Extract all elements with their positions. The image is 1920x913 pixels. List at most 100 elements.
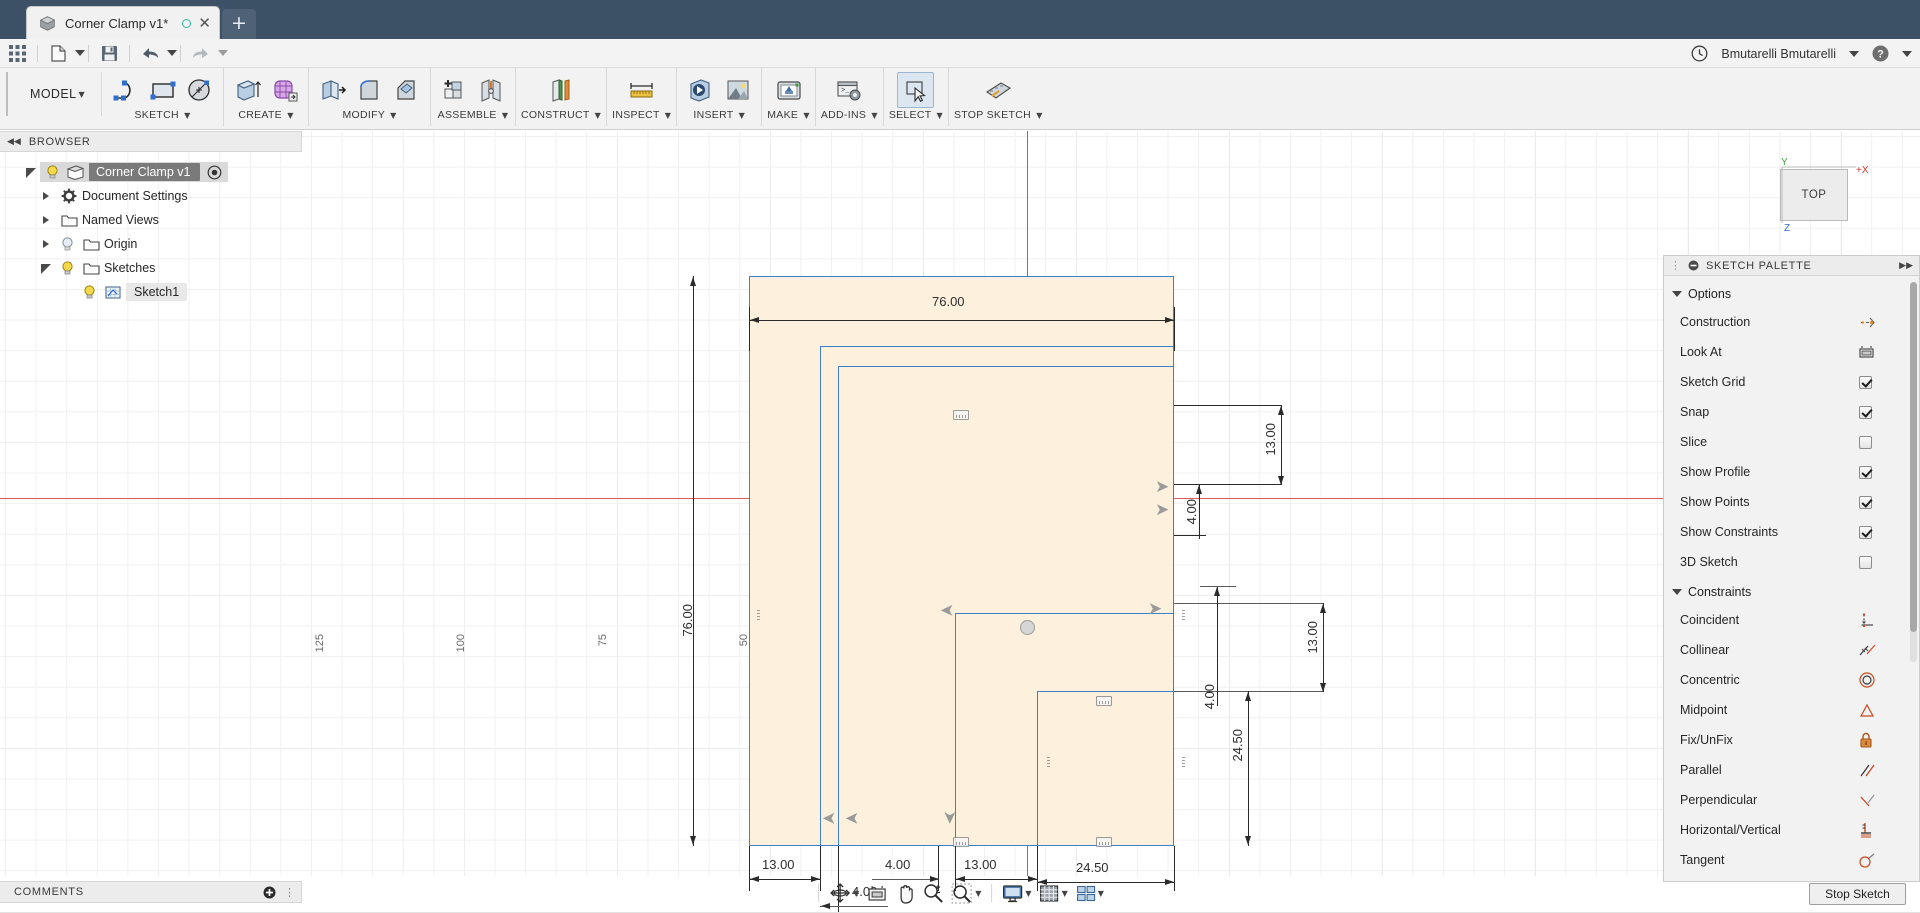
horizontal-constraint-glyph[interactable] — [953, 410, 969, 420]
app-grid-icon[interactable] — [0, 41, 34, 65]
expander-open-icon[interactable] — [22, 167, 40, 178]
3d-sketch-checkbox[interactable] — [1859, 555, 1872, 569]
comments-panel[interactable]: COMMENTS ⋮ — [0, 881, 302, 903]
sketch-line-icon[interactable] — [107, 72, 144, 108]
panel-grip-icon[interactable]: ⋮ — [1670, 259, 1681, 272]
collapse-left-icon[interactable]: ◀◀ — [7, 137, 21, 147]
show-profile-checkbox[interactable] — [1859, 465, 1872, 479]
ribbon-group-label[interactable]: CREATE ▼ — [238, 109, 293, 121]
dimension-bottom-2450[interactable]: 24.50 — [1076, 860, 1109, 875]
chevron-down-icon[interactable]: ▼ — [1025, 889, 1031, 898]
chevron-down-icon[interactable] — [167, 50, 177, 56]
vertical-constraint-glyph[interactable] — [753, 608, 763, 624]
show-constraints-checkbox[interactable] — [1859, 525, 1872, 539]
insert-mcmaster-icon[interactable] — [682, 72, 719, 108]
chevron-down-icon[interactable]: ▼ — [1062, 889, 1068, 898]
3d-print-icon[interactable] — [770, 72, 807, 108]
dimension-right-lower-13[interactable]: 13.00 — [1305, 621, 1320, 654]
tangent-constraint-icon[interactable] — [1859, 853, 1919, 868]
parallel-constraint-icon[interactable] — [1859, 763, 1919, 778]
palette-row-parallel[interactable]: Parallel — [1664, 755, 1919, 785]
dimension-right-upper-13[interactable]: 13.00 — [1263, 423, 1278, 456]
horizontal-vertical-constraint-icon[interactable] — [1859, 822, 1919, 838]
sketch-inner-profile-4[interactable] — [1037, 691, 1174, 846]
palette-row-collinear[interactable]: Collinear — [1664, 635, 1919, 665]
insert-canvas-icon[interactable] — [719, 72, 756, 108]
zoom-icon[interactable] — [920, 883, 946, 903]
new-tab-button[interactable]: + — [222, 9, 256, 39]
dimension-right-thickness-4[interactable]: 4.00 — [1184, 499, 1199, 524]
palette-row-construction[interactable]: Construction — [1664, 307, 1919, 337]
dimension-bottom-13-left[interactable]: 13.00 — [762, 857, 795, 872]
undo-icon[interactable] — [133, 41, 167, 65]
vertical-constraint-glyph[interactable] — [1043, 755, 1053, 771]
display-settings-icon[interactable]: ▼ — [999, 884, 1034, 903]
help-icon[interactable]: ? — [1872, 45, 1889, 62]
expander-closed-icon[interactable] — [36, 216, 56, 224]
dimension-right-lower-4[interactable]: 4.00 — [1202, 684, 1217, 709]
stop-sketch-button[interactable]: Stop Sketch — [1809, 883, 1906, 905]
joint-icon[interactable] — [473, 72, 510, 108]
add-comment-icon[interactable] — [263, 886, 276, 899]
user-account-name[interactable]: Bmutarelli Bmutarelli — [1721, 47, 1836, 61]
document-tab[interactable]: Corner Clamp v1* ✕ — [26, 6, 220, 39]
ribbon-group-label[interactable]: MODIFY ▼ — [342, 109, 396, 121]
chevron-down-icon[interactable] — [75, 50, 85, 56]
chevron-down-icon[interactable]: ▼ — [1098, 889, 1104, 898]
expander-closed-icon[interactable] — [36, 240, 56, 248]
palette-row-3d-sketch[interactable]: 3D Sketch — [1664, 547, 1919, 577]
new-component-icon[interactable] — [436, 72, 473, 108]
palette-row-fix-unfix[interactable]: Fix/UnFix — [1664, 725, 1919, 755]
chevron-down-icon[interactable]: ▼ — [975, 889, 981, 898]
panel-resize-grip[interactable]: ⋮ — [284, 886, 301, 899]
ribbon-group-label[interactable]: SKETCH ▼ — [134, 109, 190, 121]
extrude-icon[interactable] — [229, 72, 266, 108]
display-state-icon[interactable] — [203, 165, 225, 180]
new-document-icon[interactable] — [41, 41, 75, 65]
show-points-checkbox[interactable] — [1859, 495, 1872, 509]
bulb-icon[interactable] — [78, 284, 100, 300]
press-pull-icon[interactable] — [314, 72, 351, 108]
sketch-rectangle-icon[interactable] — [144, 72, 181, 108]
bulb-icon[interactable] — [56, 260, 78, 276]
browser-item-sketches[interactable]: Sketches — [0, 256, 302, 280]
workspace-selector[interactable]: MODEL ▼ — [6, 72, 103, 116]
ribbon-group-label[interactable]: STOP SKETCH ▼ — [954, 109, 1043, 121]
grid-snap-icon[interactable]: ▼ — [1037, 884, 1071, 903]
midpoint-constraint-icon[interactable] — [1859, 703, 1919, 718]
palette-section-constraints[interactable]: Constraints — [1664, 577, 1919, 605]
browser-item-corner-clamp[interactable]: Corner Clamp v1 — [0, 160, 302, 184]
sketch-origin-point[interactable] — [1020, 620, 1035, 635]
ribbon-group-label[interactable]: MAKE ▼ — [767, 109, 810, 121]
chevron-down-icon[interactable] — [218, 50, 228, 56]
browser-item-named-views[interactable]: Named Views — [0, 208, 302, 232]
palette-row-look-at[interactable]: Look At — [1664, 337, 1919, 367]
sketch-circle-icon[interactable] — [181, 72, 218, 108]
ribbon-group-label[interactable]: ASSEMBLE ▼ — [438, 109, 509, 121]
palette-row-midpoint[interactable]: Midpoint — [1664, 695, 1919, 725]
look-at-nav-icon[interactable] — [864, 884, 890, 903]
vertical-constraint-glyph[interactable] — [1178, 755, 1188, 771]
sketch-grid-checkbox[interactable] — [1859, 375, 1872, 389]
vertical-constraint-glyph[interactable] — [1178, 608, 1188, 624]
bulb-icon[interactable] — [56, 236, 78, 252]
chevron-down-icon[interactable] — [1849, 50, 1859, 57]
ribbon-group-label[interactable]: SELECT ▼ — [889, 109, 943, 121]
dimension-bottom-13-mid[interactable]: 13.00 — [964, 857, 997, 872]
palette-section-options[interactable]: Options — [1664, 283, 1919, 307]
slice-checkbox[interactable] — [1859, 435, 1872, 449]
expand-right-icon[interactable]: ▶▶ — [1899, 261, 1913, 271]
palette-row-concentric[interactable]: Concentric — [1664, 665, 1919, 695]
create-form-icon[interactable] — [266, 72, 303, 108]
snap-checkbox[interactable] — [1859, 405, 1872, 419]
fillet-icon[interactable] — [351, 72, 388, 108]
redo-icon[interactable] — [184, 41, 218, 65]
palette-row-tangent[interactable]: Tangent — [1664, 845, 1919, 875]
browser-item-origin[interactable]: Origin — [0, 232, 302, 256]
ribbon-group-label[interactable]: INSERT ▼ — [693, 109, 745, 121]
concentric-constraint-icon[interactable] — [1859, 672, 1919, 688]
fix-unfix-constraint-icon[interactable] — [1859, 732, 1919, 748]
ribbon-group-label[interactable]: ADD-INS ▼ — [821, 109, 878, 121]
dimension-left-height[interactable]: 76.00 — [680, 604, 695, 637]
palette-row-sketch-grid[interactable]: Sketch Grid — [1664, 367, 1919, 397]
